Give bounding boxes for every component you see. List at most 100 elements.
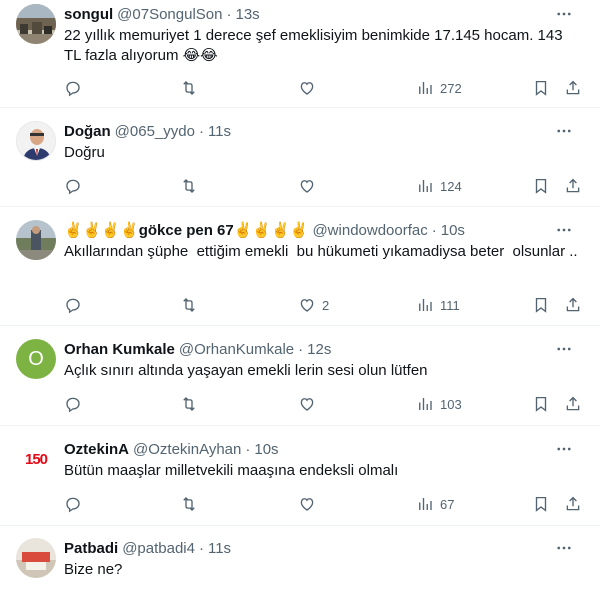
tweet-text: Bize ne?	[64, 561, 123, 578]
tweet-header: Patbadi @patbadi4 · 11s	[64, 538, 588, 558]
tweet-header: Doğan @065_yydo · 11s	[64, 121, 588, 141]
timestamp[interactable]: 13s	[235, 6, 259, 23]
like-icon	[300, 180, 314, 193]
retweet-icon	[183, 397, 195, 411]
bookmark-button[interactable]	[532, 293, 550, 317]
tweet-header: ✌️✌️✌️✌️gökce pen 67✌️✌️✌️✌️ @windowdoor…	[64, 220, 588, 240]
like-button[interactable]	[298, 492, 322, 516]
reply-icon	[66, 81, 80, 97]
display-name[interactable]: Patbadi	[64, 540, 118, 557]
avatar[interactable]: 150	[16, 439, 56, 479]
tweet-header: songul @07SongulSon · 13s	[64, 4, 588, 24]
like-icon	[300, 299, 314, 312]
timestamp[interactable]: 11s	[208, 123, 231, 140]
share-button[interactable]	[564, 293, 582, 317]
like-button[interactable]	[298, 174, 322, 198]
avatar[interactable]	[16, 4, 56, 44]
tweet[interactable]: O Orhan Kumkale @OrhanKumkale · 12s Açlı…	[0, 326, 600, 426]
retweet-icon	[183, 179, 195, 193]
timestamp[interactable]: 12s	[307, 341, 331, 358]
bookmark-button[interactable]	[532, 76, 550, 100]
tweet-header: OztekinA @OztekinAyhan · 10s	[64, 439, 588, 459]
more-icon[interactable]	[552, 220, 576, 240]
bookmark-icon	[535, 178, 547, 194]
like-icon	[300, 82, 314, 95]
retweet-button[interactable]	[180, 392, 198, 416]
bookmark-button[interactable]	[532, 174, 550, 198]
reply-button[interactable]	[64, 492, 82, 516]
views-button[interactable]: 124	[416, 174, 462, 198]
bookmark-icon	[535, 496, 547, 512]
like-button[interactable]	[298, 76, 322, 100]
retweet-button[interactable]	[180, 293, 198, 317]
avatar[interactable]	[16, 538, 56, 578]
share-button[interactable]	[564, 76, 582, 100]
reply-button[interactable]	[64, 392, 82, 416]
avatar-letter: O	[28, 347, 44, 370]
separator: ·	[226, 5, 232, 23]
display-name[interactable]: OztekinA	[64, 441, 129, 458]
display-name[interactable]: Doğan	[64, 123, 111, 140]
display-name[interactable]: Orhan Kumkale	[64, 341, 175, 358]
tweet-text: Akıllarından şüphe ettiğim emekli bu hük…	[64, 243, 578, 260]
view-count: 111	[440, 297, 460, 313]
username[interactable]: @patbadi4	[122, 540, 195, 557]
share-icon	[566, 80, 580, 95]
like-icon	[300, 398, 314, 411]
views-icon	[419, 180, 432, 192]
tweet[interactable]: ✌️✌️✌️✌️gökce pen 67✌️✌️✌️✌️ @windowdoor…	[0, 207, 600, 326]
share-button[interactable]	[564, 392, 582, 416]
bookmark-icon	[535, 396, 547, 412]
retweet-button[interactable]	[180, 174, 198, 198]
share-icon	[566, 396, 580, 411]
share-icon	[566, 496, 580, 511]
reply-button[interactable]	[64, 174, 82, 198]
more-icon[interactable]	[552, 121, 576, 141]
more-icon[interactable]	[552, 339, 576, 359]
reply-icon	[66, 179, 80, 195]
views-button[interactable]: 272	[416, 76, 462, 100]
more-icon[interactable]	[552, 538, 576, 558]
timestamp[interactable]: 10s	[254, 441, 278, 458]
tweet[interactable]: 150 OztekinA @OztekinAyhan · 10s Bütün m…	[0, 426, 600, 526]
like-button[interactable]	[298, 392, 322, 416]
bookmark-button[interactable]	[532, 492, 550, 516]
username[interactable]: @OrhanKumkale	[179, 341, 294, 358]
like-button[interactable]: 2	[298, 293, 329, 317]
timestamp[interactable]: 11s	[208, 540, 231, 557]
display-name[interactable]: songul	[64, 6, 113, 23]
views-button[interactable]: 67	[416, 492, 454, 516]
more-icon[interactable]	[552, 439, 576, 459]
retweet-button[interactable]	[180, 492, 198, 516]
retweet-button[interactable]	[180, 76, 198, 100]
avatar[interactable]: O	[16, 339, 56, 379]
separator: ·	[298, 340, 304, 358]
share-button[interactable]	[564, 174, 582, 198]
reply-icon	[66, 497, 80, 513]
tweet-text: Açlık sınırı altında yaşayan emekli leri…	[64, 362, 428, 379]
timestamp[interactable]: 10s	[441, 222, 465, 239]
separator: ·	[198, 122, 204, 140]
username[interactable]: @OztekinAyhan	[133, 441, 241, 458]
reply-button[interactable]	[64, 293, 82, 317]
tweet[interactable]: songul @07SongulSon · 13s 22 yıllık memu…	[0, 0, 600, 108]
view-count: 67	[440, 496, 455, 512]
username[interactable]: @07SongulSon	[117, 6, 222, 23]
display-name[interactable]: ✌️✌️✌️✌️gökce pen 67✌️✌️✌️✌️	[64, 221, 308, 239]
username[interactable]: @065_yydo	[115, 123, 195, 140]
views-icon	[419, 82, 432, 94]
views-button[interactable]: 111	[416, 293, 460, 317]
more-icon[interactable]	[552, 4, 576, 24]
avatar[interactable]	[16, 121, 56, 161]
tweet[interactable]: Patbadi @patbadi4 · 11s Bize ne?	[0, 526, 600, 593]
bookmark-button[interactable]	[532, 392, 550, 416]
avatar[interactable]	[16, 220, 56, 260]
share-button[interactable]	[564, 492, 582, 516]
separator: ·	[245, 440, 251, 458]
tweet[interactable]: Doğan @065_yydo · 11s Doğru 124	[0, 108, 600, 207]
bookmark-icon	[535, 80, 547, 96]
reply-button[interactable]	[64, 76, 82, 100]
views-button[interactable]: 103	[416, 392, 462, 416]
separator: ·	[431, 221, 437, 239]
username[interactable]: @windowdoorfac	[312, 222, 427, 239]
